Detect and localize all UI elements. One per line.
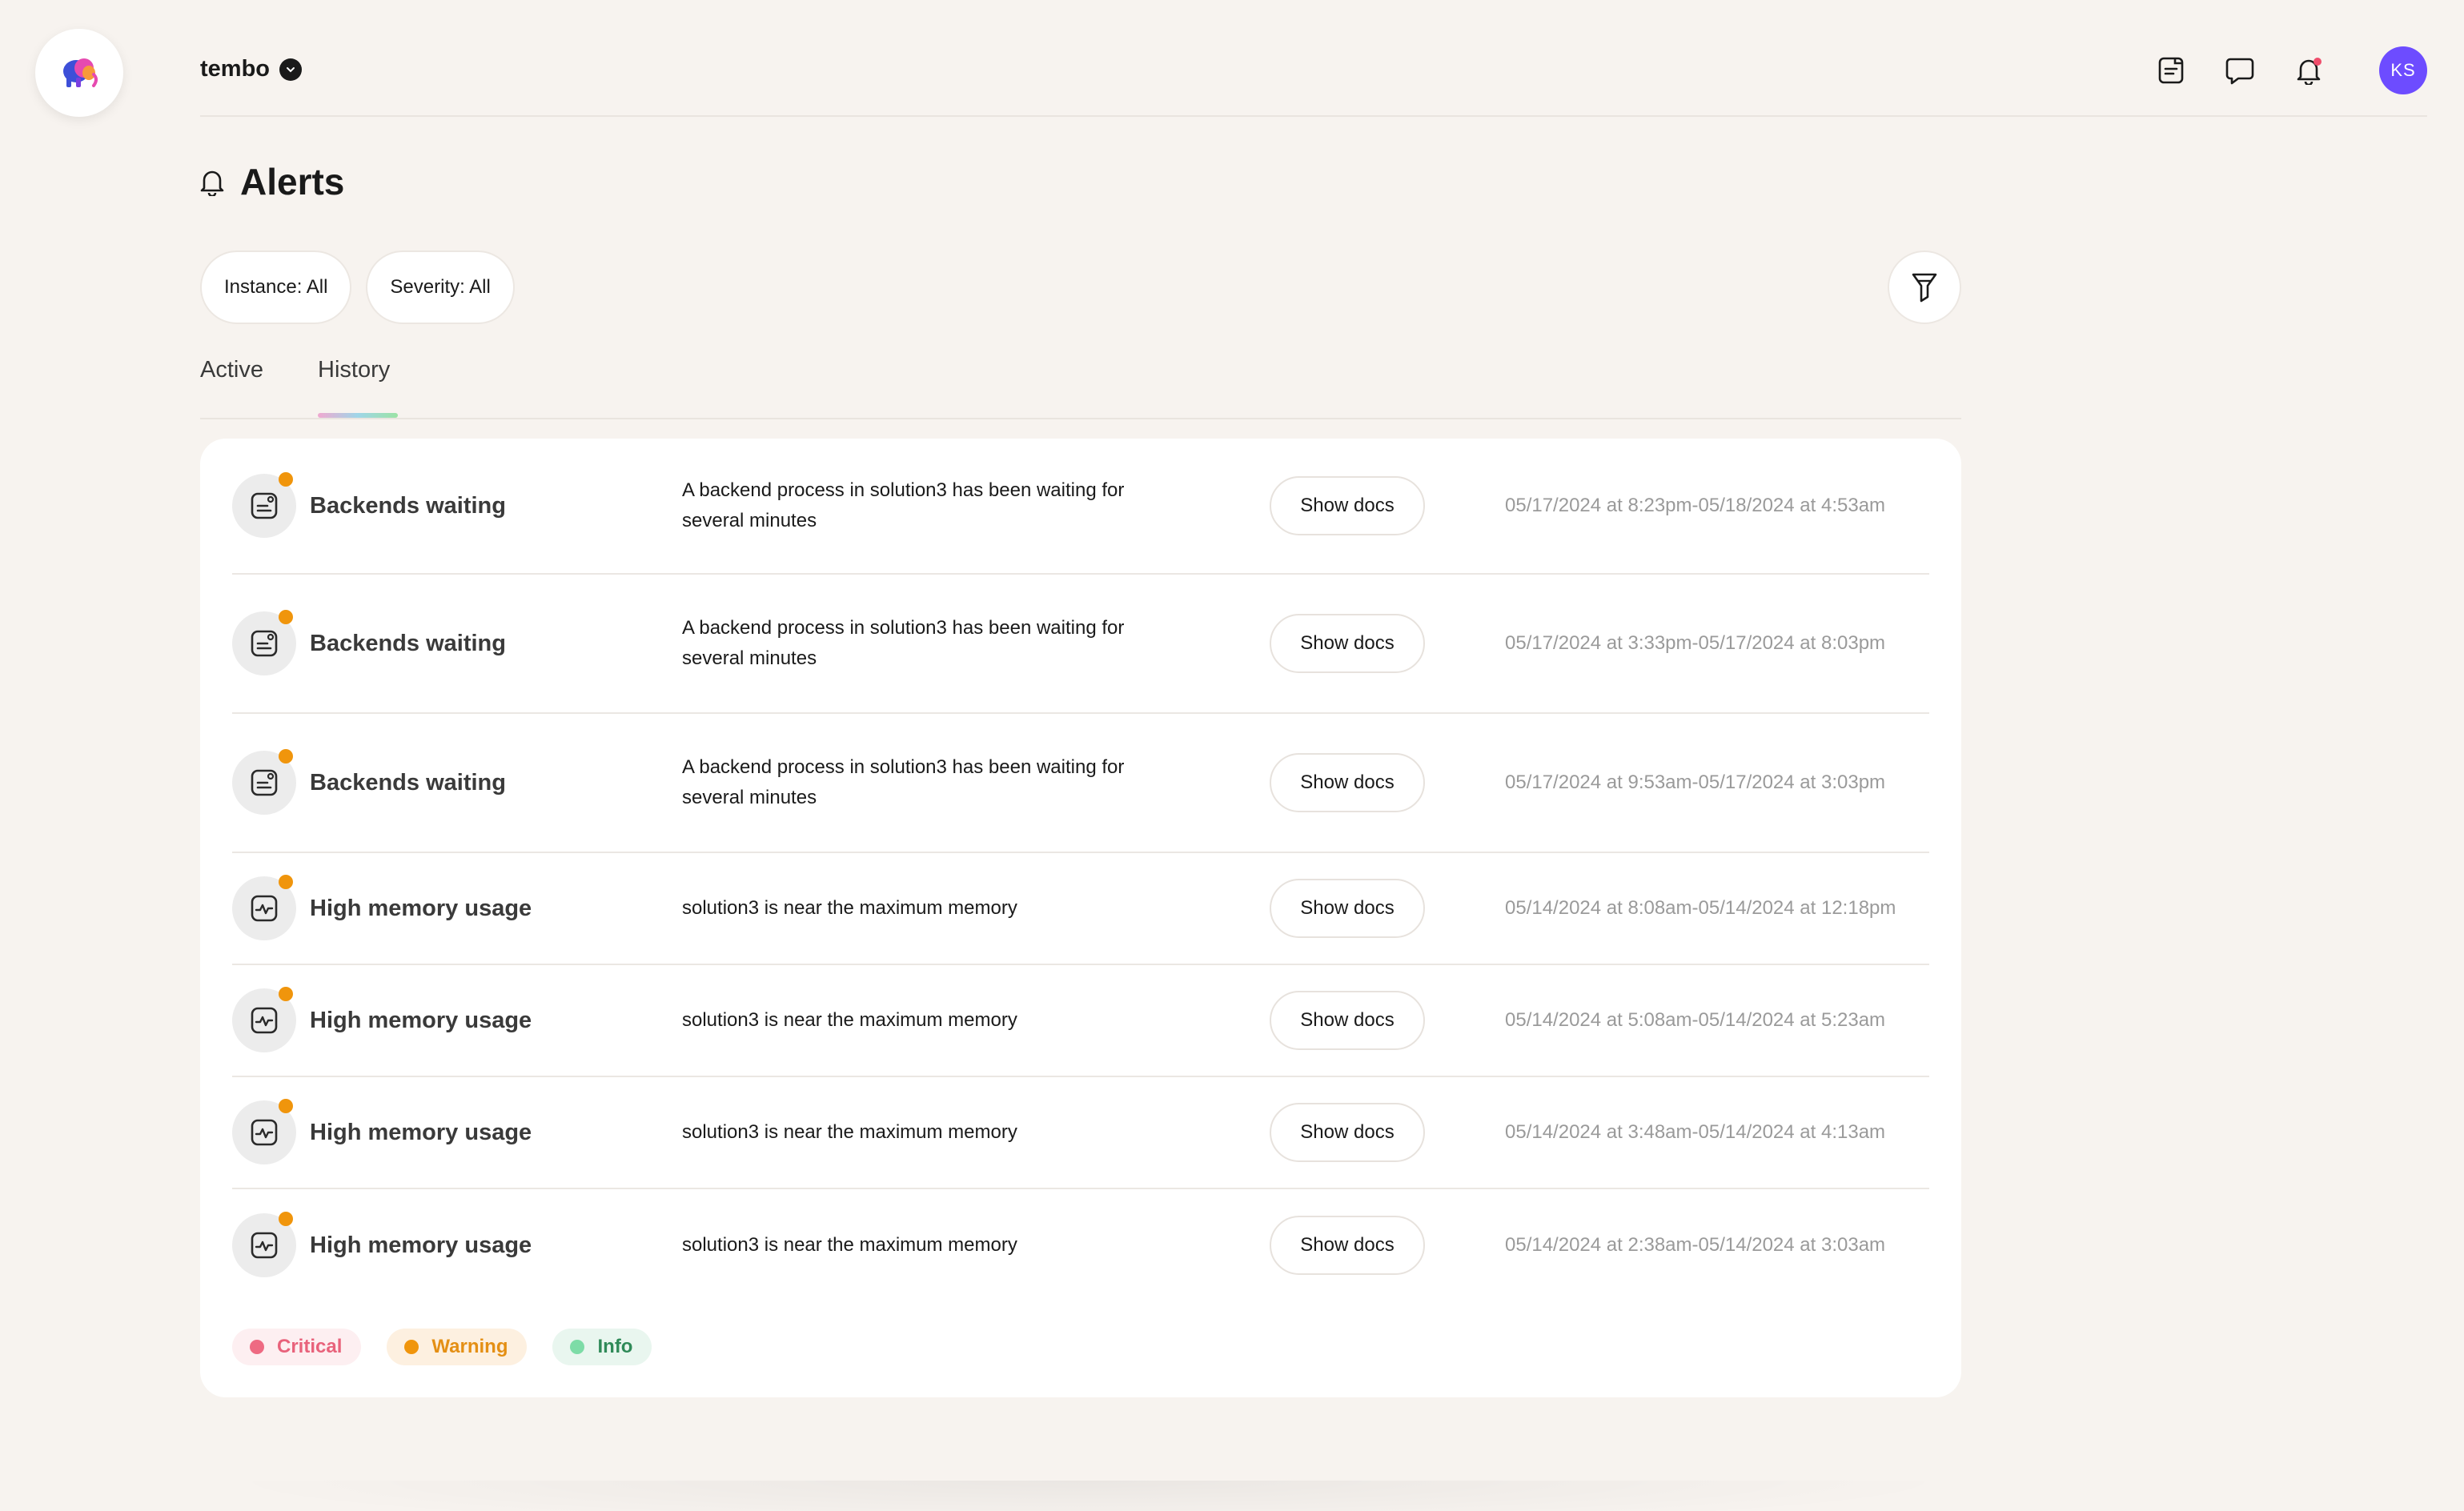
severity-legend: Critical Warning Info xyxy=(232,1329,652,1365)
notification-dot xyxy=(2314,58,2322,66)
elephant-logo-icon xyxy=(63,58,98,87)
org-switcher[interactable]: tembo xyxy=(200,56,302,82)
alert-description: solution3 is near the maximum memory xyxy=(682,1234,1017,1256)
show-docs-button[interactable]: Show docs xyxy=(1270,879,1425,938)
legend-critical: Critical xyxy=(232,1329,362,1365)
instance-filter-button[interactable]: Instance: All xyxy=(200,250,352,324)
header-actions: KS xyxy=(2155,46,2427,94)
docs-icon[interactable] xyxy=(2155,54,2187,86)
legend-info-label: Info xyxy=(597,1336,633,1357)
tab-selected-indicator xyxy=(318,413,398,418)
alert-title: Backends waiting xyxy=(310,492,506,519)
memory-icon xyxy=(232,875,296,940)
warning-severity-dot xyxy=(279,875,293,889)
alert-row: High memory usage solution3 is near the … xyxy=(232,1077,1929,1189)
legend-warning: Warning xyxy=(387,1329,528,1365)
warning-severity-dot xyxy=(279,987,293,1001)
alert-row: High memory usage solution3 is near the … xyxy=(232,965,1929,1077)
severity-filter-button[interactable]: Severity: All xyxy=(366,250,515,324)
legend-info: Info xyxy=(552,1329,652,1365)
show-docs-button[interactable]: Show docs xyxy=(1270,614,1425,673)
bell-icon[interactable] xyxy=(2293,54,2325,86)
alert-time-range: 05/14/2024 at 2:38am-05/14/2024 at 3:03a… xyxy=(1505,1234,1886,1256)
alert-time-range: 05/14/2024 at 3:48am-05/14/2024 at 4:13a… xyxy=(1505,1121,1886,1143)
alert-row: Backends waiting A backend process in so… xyxy=(232,714,1929,853)
memory-icon xyxy=(232,1099,296,1164)
chat-icon[interactable] xyxy=(2224,54,2256,86)
alert-row: High memory usage solution3 is near the … xyxy=(232,853,1929,965)
alert-description: A backend process in solution3 has been … xyxy=(682,617,1125,669)
alert-description: solution3 is near the maximum memory xyxy=(682,897,1017,919)
alert-time-range: 05/14/2024 at 5:08am-05/14/2024 at 5:23a… xyxy=(1505,1009,1886,1031)
warning-severity-dot xyxy=(279,749,293,764)
backend-icon xyxy=(232,610,296,675)
show-docs-button[interactable]: Show docs xyxy=(1270,991,1425,1050)
alert-description: A backend process in solution3 has been … xyxy=(682,479,1125,531)
critical-dot xyxy=(250,1340,264,1354)
show-docs-button[interactable]: Show docs xyxy=(1270,1103,1425,1162)
page-title: Alerts xyxy=(200,160,344,203)
alert-description: solution3 is near the maximum memory xyxy=(682,1121,1017,1143)
alert-title: High memory usage xyxy=(310,1119,532,1145)
memory-icon xyxy=(232,1212,296,1277)
backend-icon xyxy=(232,472,296,538)
alert-row: Backends waiting A backend process in so… xyxy=(232,439,1929,575)
tab-history[interactable]: History xyxy=(318,357,390,383)
alert-time-range: 05/17/2024 at 9:53am-05/17/2024 at 3:03p… xyxy=(1505,772,1886,793)
alert-row: Backends waiting A backend process in so… xyxy=(232,575,1929,714)
alert-description: A backend process in solution3 has been … xyxy=(682,756,1125,808)
alert-description: solution3 is near the maximum memory xyxy=(682,1009,1017,1031)
show-docs-button[interactable]: Show docs xyxy=(1270,476,1425,535)
chevron-down-icon xyxy=(279,58,302,81)
memory-icon xyxy=(232,987,296,1052)
alert-title: Backends waiting xyxy=(310,769,506,796)
backend-icon xyxy=(232,749,296,815)
funnel-icon xyxy=(1912,273,1937,303)
bell-icon xyxy=(200,170,224,196)
top-header: tembo KS xyxy=(200,0,2427,117)
show-docs-button[interactable]: Show docs xyxy=(1270,1216,1425,1275)
alert-row: High memory usage solution3 is near the … xyxy=(232,1189,1929,1301)
show-docs-button[interactable]: Show docs xyxy=(1270,753,1425,812)
alerts-card: Backends waiting A backend process in so… xyxy=(200,439,1961,1397)
tab-active[interactable]: Active xyxy=(200,357,263,383)
legend-warning-label: Warning xyxy=(431,1336,508,1357)
alerts-list: Backends waiting A backend process in so… xyxy=(232,439,1929,1301)
alert-time-range: 05/17/2024 at 3:33pm-05/17/2024 at 8:03p… xyxy=(1505,632,1886,654)
avatar-initials: KS xyxy=(2390,60,2416,80)
alert-title: Backends waiting xyxy=(310,630,506,656)
org-name: tembo xyxy=(200,56,270,82)
user-avatar[interactable]: KS xyxy=(2379,46,2427,94)
warning-severity-dot xyxy=(279,1212,293,1226)
legend-critical-label: Critical xyxy=(277,1336,343,1357)
tembo-logo[interactable] xyxy=(35,29,123,117)
bottom-shadow xyxy=(208,1481,1969,1511)
alert-time-range: 05/17/2024 at 8:23pm-05/18/2024 at 4:53a… xyxy=(1505,495,1886,516)
alert-tabs: Active History xyxy=(200,352,1961,419)
info-dot xyxy=(570,1340,585,1354)
warning-severity-dot xyxy=(279,610,293,624)
warning-severity-dot xyxy=(279,472,293,487)
filter-bar: Instance: All Severity: All xyxy=(200,250,515,324)
warning-severity-dot xyxy=(279,1099,293,1113)
warning-dot xyxy=(404,1340,419,1354)
alert-time-range: 05/14/2024 at 8:08am-05/14/2024 at 12:18… xyxy=(1505,897,1896,919)
alert-title: High memory usage xyxy=(310,1232,532,1258)
page-heading: Alerts xyxy=(240,161,345,202)
app-root: tembo KS Alerts Instance: All Severity: … xyxy=(0,0,2464,1511)
alert-title: High memory usage xyxy=(310,895,532,921)
alert-title: High memory usage xyxy=(310,1007,532,1033)
filter-button[interactable] xyxy=(1888,250,1961,324)
